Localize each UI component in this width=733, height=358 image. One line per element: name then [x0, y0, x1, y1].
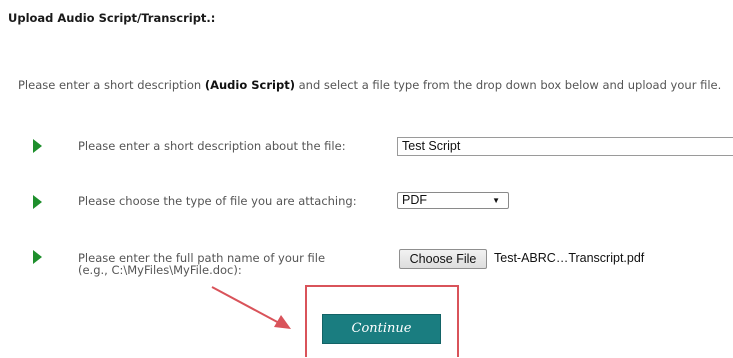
red-arrow-pointer [211, 286, 291, 329]
